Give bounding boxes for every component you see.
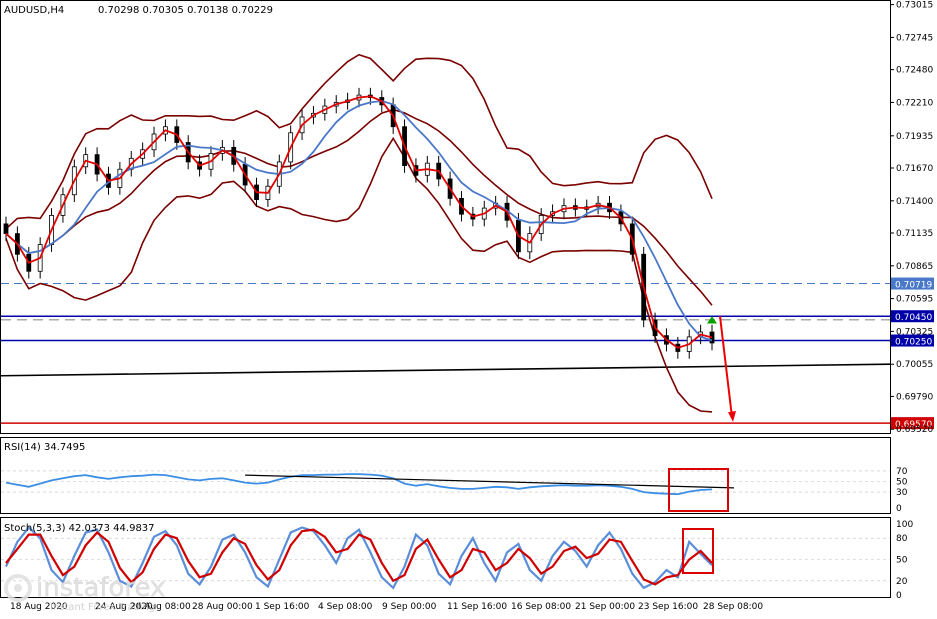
time-axis-label: 11 Sep 16:00 [447, 602, 507, 612]
time-axis-label: 9 Sep 00:00 [382, 602, 437, 612]
price-axis-label: 0.71935 [896, 132, 933, 142]
time-axis-label: 28 Sep 08:00 [703, 602, 763, 612]
time-axis-label: 21 Sep 00:00 [575, 602, 635, 612]
time-axis-label: 1 Sep 16:00 [255, 602, 310, 612]
price-axis-label: 0.70595 [896, 295, 933, 305]
rsi-label: RSI(14) 34.7495 [4, 442, 85, 453]
rsi-axis-label: 50 [896, 478, 908, 488]
time-axis-label: 28 Aug 00:00 [192, 602, 253, 612]
stoch-axis-label: 80 [896, 534, 908, 544]
price-axis-label: 0.72480 [896, 66, 933, 76]
stoch-axis-label: 20 [896, 577, 908, 587]
price-candle [3, 223, 9, 235]
price-axis-label: 0.69520 [896, 425, 933, 435]
price-axis-label: 0.72210 [896, 98, 933, 108]
stoch-axis-label: 100 [896, 520, 913, 530]
time-axis-label: 4 Sep 08:00 [318, 602, 373, 612]
price-axis-label: 0.71400 [896, 197, 933, 207]
price-panel-frame [0, 0, 891, 434]
price-axis-label: 0.73015 [896, 1, 933, 11]
chart-canvas: 0.707190.704500.702500.695700.730150.727… [0, 0, 934, 613]
price-axis-label: 0.70055 [896, 360, 933, 370]
watermark-brand: instaforex [36, 573, 165, 603]
rsi-axis-label: 70 [896, 467, 908, 477]
instaforex-logo-dot [14, 584, 22, 592]
watermark-tagline: Instant Forex Trading [50, 602, 155, 613]
time-axis-label: 16 Sep 08:00 [511, 602, 571, 612]
price-axis-label: 0.72745 [896, 33, 933, 43]
level-price-label: 0.70450 [895, 313, 932, 323]
price-axis-label: 0.70325 [896, 327, 933, 337]
stoch-label: Stoch(5,3,3) 42.0373 44.9837 [4, 523, 155, 534]
time-axis-label: 23 Sep 16:00 [638, 602, 698, 612]
symbol-label: AUDUSD,H4 [4, 5, 64, 16]
stoch-axis-label: 50 [896, 556, 908, 566]
price-axis-label: 0.69790 [896, 392, 933, 402]
rsi-axis-label: 30 [896, 488, 908, 498]
ohlc-quote: 0.70298 0.70305 0.70138 0.70229 [98, 5, 273, 16]
level-price-label: 0.70250 [895, 338, 932, 348]
chart-window: 0.70719 0.70450 0.70250 0.69570 0.73015 0.727… [0, 0, 937, 615]
price-axis-label: 0.71670 [896, 164, 933, 174]
price-axis-label: 0.71135 [896, 229, 933, 239]
stoch-axis-label: 0 [896, 591, 902, 601]
price-axis-label: 0.70865 [896, 262, 933, 272]
rsi-axis-label: 0 [896, 504, 902, 514]
level-price-label: 0.70719 [895, 281, 932, 291]
